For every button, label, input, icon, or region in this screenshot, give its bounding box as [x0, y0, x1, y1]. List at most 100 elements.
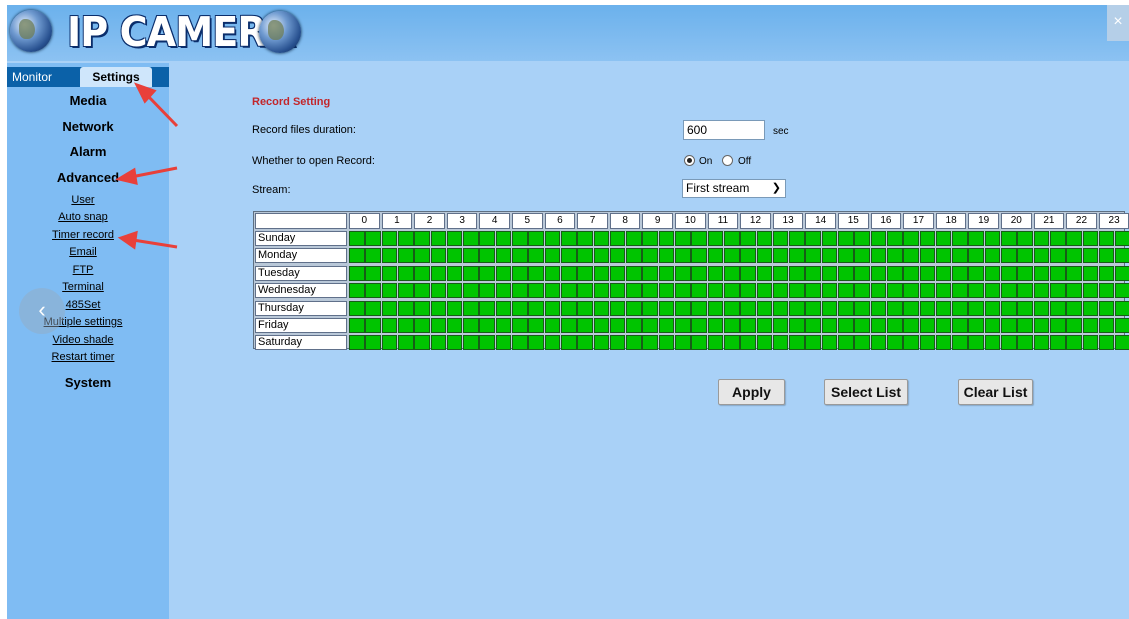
- schedule-slot[interactable]: [952, 231, 968, 246]
- schedule-slot[interactable]: [381, 265, 398, 281]
- schedule-slot[interactable]: [1033, 283, 1050, 299]
- schedule-slot[interactable]: [919, 335, 936, 351]
- schedule-slot[interactable]: [1098, 300, 1115, 316]
- schedule-slot[interactable]: [446, 318, 463, 333]
- schedule-slot[interactable]: [1066, 318, 1082, 333]
- schedule-slot[interactable]: [821, 231, 838, 246]
- schedule-slot[interactable]: [414, 318, 430, 333]
- schedule-slot[interactable]: [854, 300, 870, 316]
- schedule-slot[interactable]: [430, 300, 447, 316]
- schedule-slot[interactable]: [495, 335, 512, 351]
- schedule-slot[interactable]: [430, 231, 447, 246]
- schedule-slot[interactable]: [365, 265, 381, 281]
- schedule-slot[interactable]: [935, 248, 952, 264]
- schedule-slot[interactable]: [463, 335, 479, 351]
- schedule-slot[interactable]: [838, 265, 854, 281]
- schedule-slot[interactable]: [544, 283, 561, 299]
- schedule-slot[interactable]: [609, 231, 626, 246]
- sidebar-link-user[interactable]: User: [7, 194, 159, 206]
- schedule-slot[interactable]: [789, 248, 805, 264]
- schedule-slot[interactable]: [479, 265, 496, 281]
- schedule-slot[interactable]: [479, 318, 496, 333]
- schedule-slot[interactable]: [707, 283, 724, 299]
- schedule-slot[interactable]: [626, 265, 642, 281]
- schedule-slot[interactable]: [397, 265, 414, 281]
- schedule-slot[interactable]: [658, 318, 675, 333]
- schedule-slot[interactable]: [642, 231, 659, 246]
- schedule-slot[interactable]: [789, 335, 805, 351]
- schedule-slot[interactable]: [675, 318, 691, 333]
- schedule-slot[interactable]: [805, 300, 822, 316]
- schedule-slot[interactable]: [1115, 248, 1129, 264]
- schedule-slot[interactable]: [740, 248, 756, 264]
- schedule-slot[interactable]: [903, 265, 919, 281]
- schedule-slot[interactable]: [789, 283, 805, 299]
- schedule-slot[interactable]: [626, 283, 642, 299]
- schedule-slot[interactable]: [838, 335, 854, 351]
- schedule-slot[interactable]: [886, 283, 903, 299]
- schedule-slot[interactable]: [463, 265, 479, 281]
- schedule-slot[interactable]: [772, 231, 789, 246]
- schedule-slot[interactable]: [609, 283, 626, 299]
- schedule-slot[interactable]: [952, 265, 968, 281]
- schedule-slot[interactable]: [560, 283, 577, 299]
- schedule-slot[interactable]: [1049, 283, 1066, 299]
- schedule-slot[interactable]: [397, 300, 414, 316]
- schedule-slot[interactable]: [1001, 318, 1017, 333]
- record-on-radio[interactable]: [684, 155, 695, 166]
- schedule-slot[interactable]: [870, 231, 887, 246]
- schedule-slot[interactable]: [772, 318, 789, 333]
- schedule-slot[interactable]: [675, 231, 691, 246]
- schedule-slot[interactable]: [593, 265, 610, 281]
- schedule-slot[interactable]: [968, 248, 985, 264]
- schedule-slot[interactable]: [349, 265, 365, 281]
- schedule-slot[interactable]: [642, 248, 659, 264]
- schedule-slot[interactable]: [577, 335, 593, 351]
- schedule-slot[interactable]: [365, 335, 381, 351]
- schedule-slot[interactable]: [544, 248, 561, 264]
- schedule-slot[interactable]: [414, 248, 430, 264]
- schedule-slot[interactable]: [642, 265, 659, 281]
- schedule-slot[interactable]: [397, 283, 414, 299]
- schedule-slot[interactable]: [1066, 335, 1082, 351]
- schedule-slot[interactable]: [952, 248, 968, 264]
- back-arrow-icon[interactable]: ‹: [19, 288, 65, 334]
- schedule-slot[interactable]: [544, 318, 561, 333]
- schedule-slot[interactable]: [984, 300, 1001, 316]
- schedule-slot[interactable]: [805, 318, 822, 333]
- schedule-slot[interactable]: [935, 300, 952, 316]
- schedule-slot[interactable]: [723, 300, 740, 316]
- schedule-slot[interactable]: [397, 248, 414, 264]
- sidebar-item-network[interactable]: Network: [7, 119, 169, 134]
- schedule-slot[interactable]: [805, 283, 822, 299]
- schedule-slot[interactable]: [919, 265, 936, 281]
- schedule-slot[interactable]: [1001, 335, 1017, 351]
- schedule-slot[interactable]: [935, 265, 952, 281]
- schedule-slot[interactable]: [707, 231, 724, 246]
- schedule-slot[interactable]: [691, 335, 707, 351]
- schedule-slot[interactable]: [854, 283, 870, 299]
- schedule-slot[interactable]: [968, 231, 985, 246]
- schedule-slot[interactable]: [886, 335, 903, 351]
- schedule-slot[interactable]: [1049, 265, 1066, 281]
- schedule-slot[interactable]: [446, 300, 463, 316]
- schedule-slot[interactable]: [446, 265, 463, 281]
- schedule-slot[interactable]: [430, 318, 447, 333]
- schedule-slot[interactable]: [756, 283, 773, 299]
- schedule-slot[interactable]: [723, 318, 740, 333]
- schedule-slot[interactable]: [984, 265, 1001, 281]
- schedule-slot[interactable]: [740, 335, 756, 351]
- schedule-slot[interactable]: [609, 318, 626, 333]
- schedule-slot[interactable]: [740, 300, 756, 316]
- schedule-slot[interactable]: [1115, 318, 1129, 333]
- schedule-slot[interactable]: [626, 231, 642, 246]
- schedule-slot[interactable]: [838, 231, 854, 246]
- schedule-slot[interactable]: [577, 248, 593, 264]
- schedule-slot[interactable]: [838, 248, 854, 264]
- schedule-slot[interactable]: [740, 283, 756, 299]
- schedule-slot[interactable]: [365, 248, 381, 264]
- schedule-slot[interactable]: [414, 335, 430, 351]
- schedule-slot[interactable]: [381, 283, 398, 299]
- schedule-slot[interactable]: [740, 231, 756, 246]
- schedule-slot[interactable]: [1066, 248, 1082, 264]
